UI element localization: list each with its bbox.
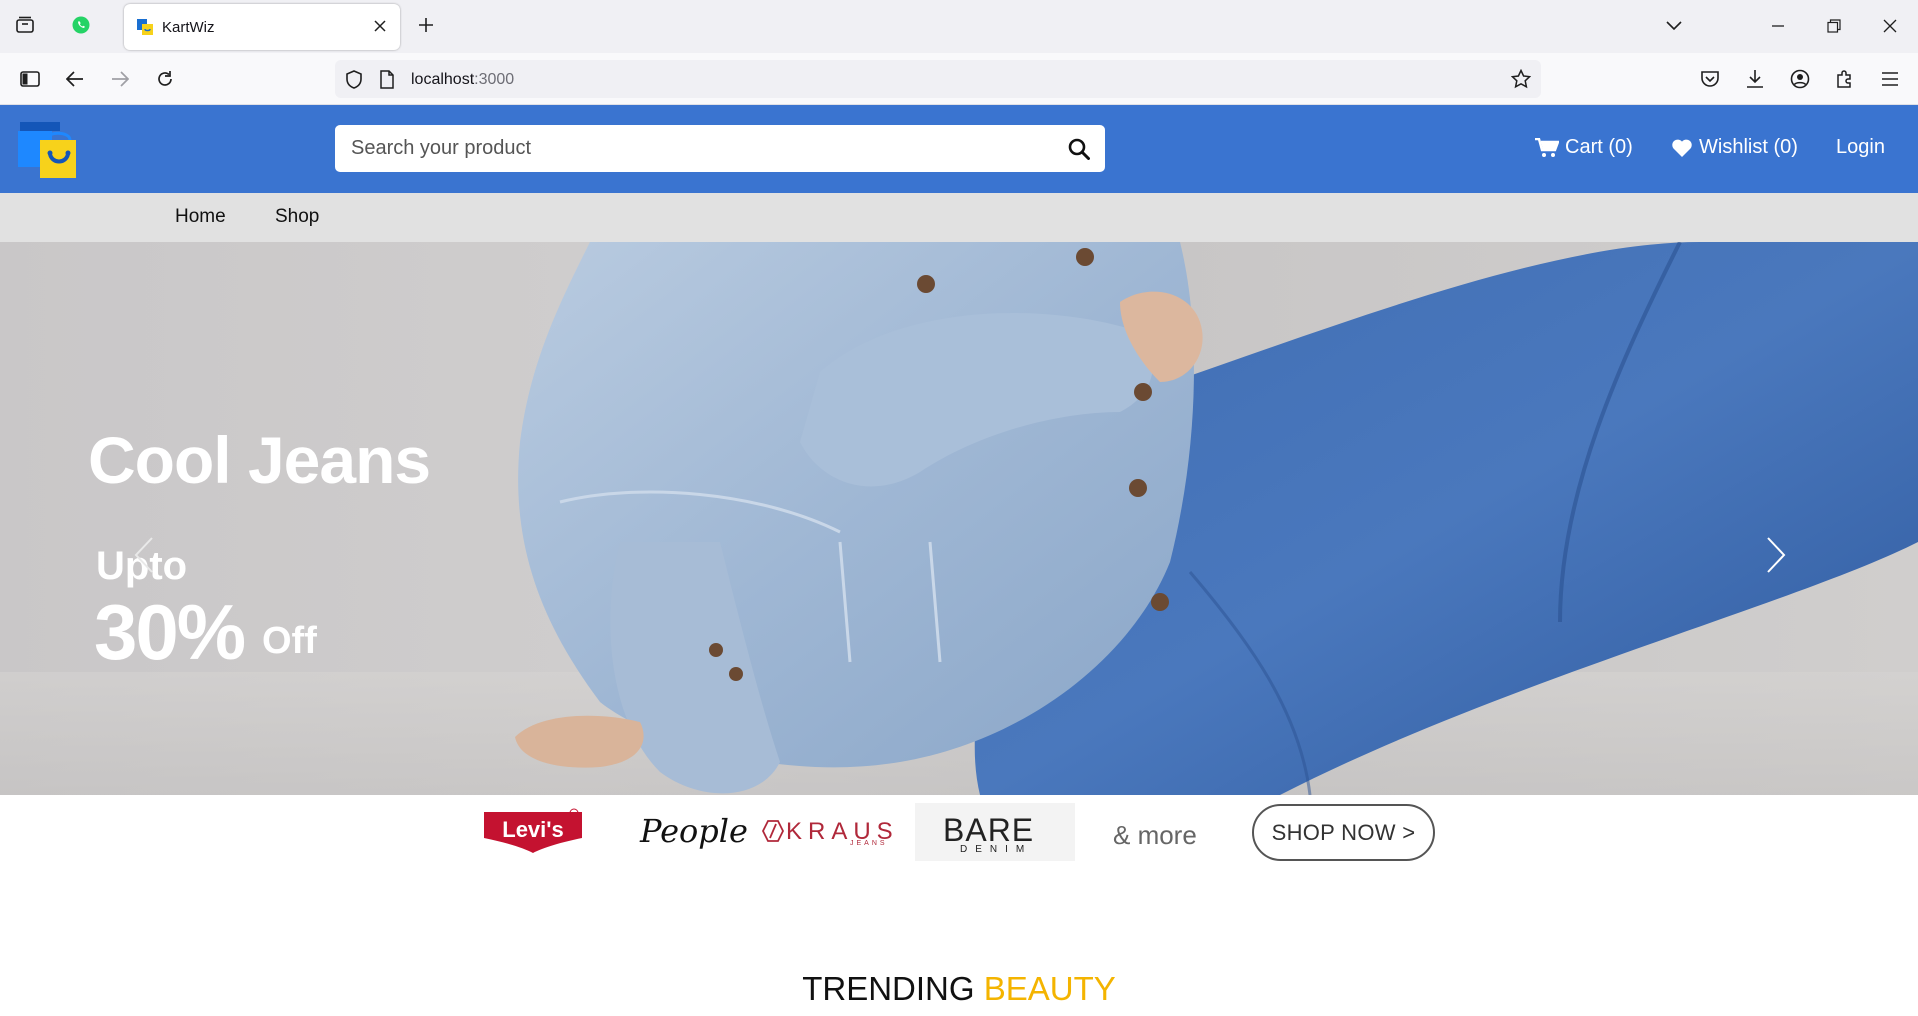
menu-link-home[interactable]: Home — [175, 206, 226, 228]
close-window-icon[interactable] — [1878, 14, 1902, 38]
hero-carousel: Cool Jeans Upto 30% Off — [0, 242, 1918, 795]
kraus-hexagon-icon — [761, 820, 785, 842]
tab-title: KartWiz — [162, 19, 215, 36]
browser-nav-bar: localhost:3000 — [0, 53, 1918, 105]
search-icon — [1068, 138, 1090, 160]
chevron-left-icon — [134, 537, 153, 573]
bookmark-star-icon[interactable] — [1511, 69, 1531, 89]
back-icon[interactable] — [62, 66, 88, 92]
bare-subtext: DENIM — [960, 844, 1033, 855]
hero-banner-image — [0, 242, 1918, 795]
page-icon — [380, 70, 394, 89]
levis-logo: Levi's — [484, 808, 582, 853]
new-tab-icon[interactable] — [412, 11, 440, 39]
hero-title: Cool Jeans — [88, 423, 431, 497]
forward-icon[interactable] — [107, 66, 133, 92]
kartwiz-logo[interactable] — [18, 120, 78, 180]
address-bar[interactable]: localhost:3000 — [335, 60, 1541, 98]
login-link[interactable]: Login — [1836, 136, 1885, 159]
reload-icon[interactable] — [152, 66, 178, 92]
menu-link-shop[interactable]: Shop — [275, 206, 319, 228]
search-bar — [335, 125, 1105, 172]
login-label: Login — [1836, 136, 1885, 158]
url-text[interactable]: localhost:3000 — [411, 71, 514, 89]
whatsapp-tab-icon[interactable] — [67, 11, 95, 39]
section-title-trending: TRENDING BEAUTY — [0, 970, 1918, 1008]
section-title-part-2: BEAUTY — [983, 970, 1116, 1007]
category-menu-bar: Home Shop — [0, 193, 1918, 242]
close-tab-icon[interactable] — [370, 16, 390, 36]
shop-now-button[interactable]: SHOP NOW > — [1252, 804, 1435, 861]
heart-icon — [1672, 139, 1692, 157]
extensions-icon[interactable] — [1832, 66, 1858, 92]
shield-icon[interactable] — [345, 70, 363, 89]
chevron-right-icon — [1767, 537, 1786, 573]
more-brands-label: & more — [1113, 820, 1197, 850]
downloads-icon[interactable] — [1742, 66, 1768, 92]
hero-off-label: Off — [262, 620, 317, 662]
kartwiz-favicon — [137, 19, 153, 35]
cart-link[interactable]: Cart (0) — [1535, 136, 1633, 159]
restore-icon[interactable] — [1822, 14, 1846, 38]
people-logo: People — [640, 812, 748, 850]
wishlist-label: Wishlist (0) — [1699, 136, 1798, 158]
tab-overview-icon[interactable] — [11, 11, 39, 39]
search-button[interactable] — [1053, 125, 1105, 172]
search-input[interactable] — [335, 125, 1050, 172]
section-title-part-1: TRENDING — [802, 970, 975, 1007]
cart-label: Cart (0) — [1565, 136, 1633, 158]
minimize-icon[interactable] — [1766, 14, 1790, 38]
carousel-next-button[interactable] — [1756, 530, 1796, 580]
sidebar-toggle-icon[interactable] — [17, 66, 43, 92]
carousel-prev-button[interactable] — [124, 530, 164, 580]
menu-hamburger-icon[interactable] — [1877, 66, 1903, 92]
active-tab[interactable]: KartWiz — [124, 4, 400, 50]
account-icon[interactable] — [1787, 66, 1813, 92]
browser-tab-bar: KartWiz — [0, 0, 1918, 53]
list-all-tabs-icon[interactable] — [1662, 14, 1686, 38]
levis-text: Levi's — [502, 817, 564, 842]
kraus-subtext: JEANS — [850, 840, 888, 847]
wishlist-link[interactable]: Wishlist (0) — [1671, 136, 1798, 159]
site-header: Cart (0) Wishlist (0) Login — [0, 105, 1918, 193]
hero-discount-percent: 30% — [94, 588, 246, 676]
cart-icon — [1535, 137, 1559, 157]
pocket-icon[interactable] — [1697, 66, 1723, 92]
